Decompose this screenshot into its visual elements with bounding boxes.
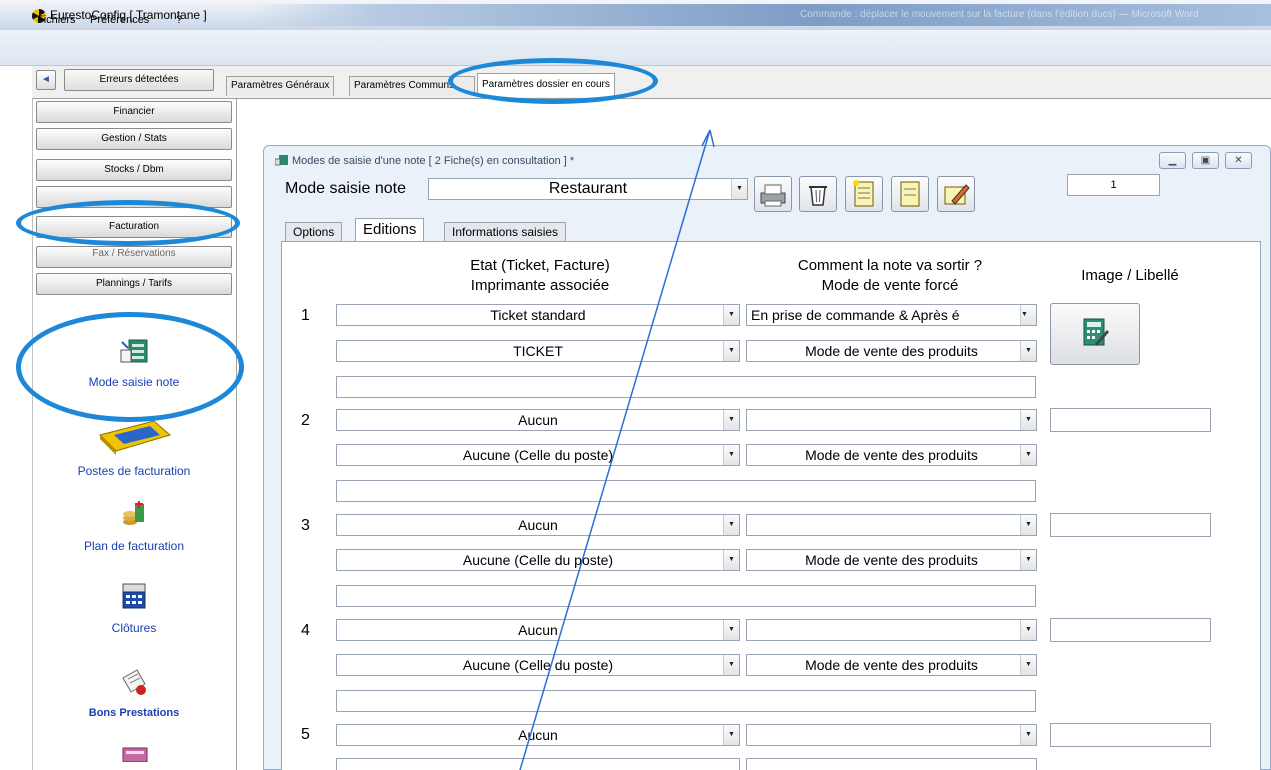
annotation-arrow — [519, 129, 715, 770]
